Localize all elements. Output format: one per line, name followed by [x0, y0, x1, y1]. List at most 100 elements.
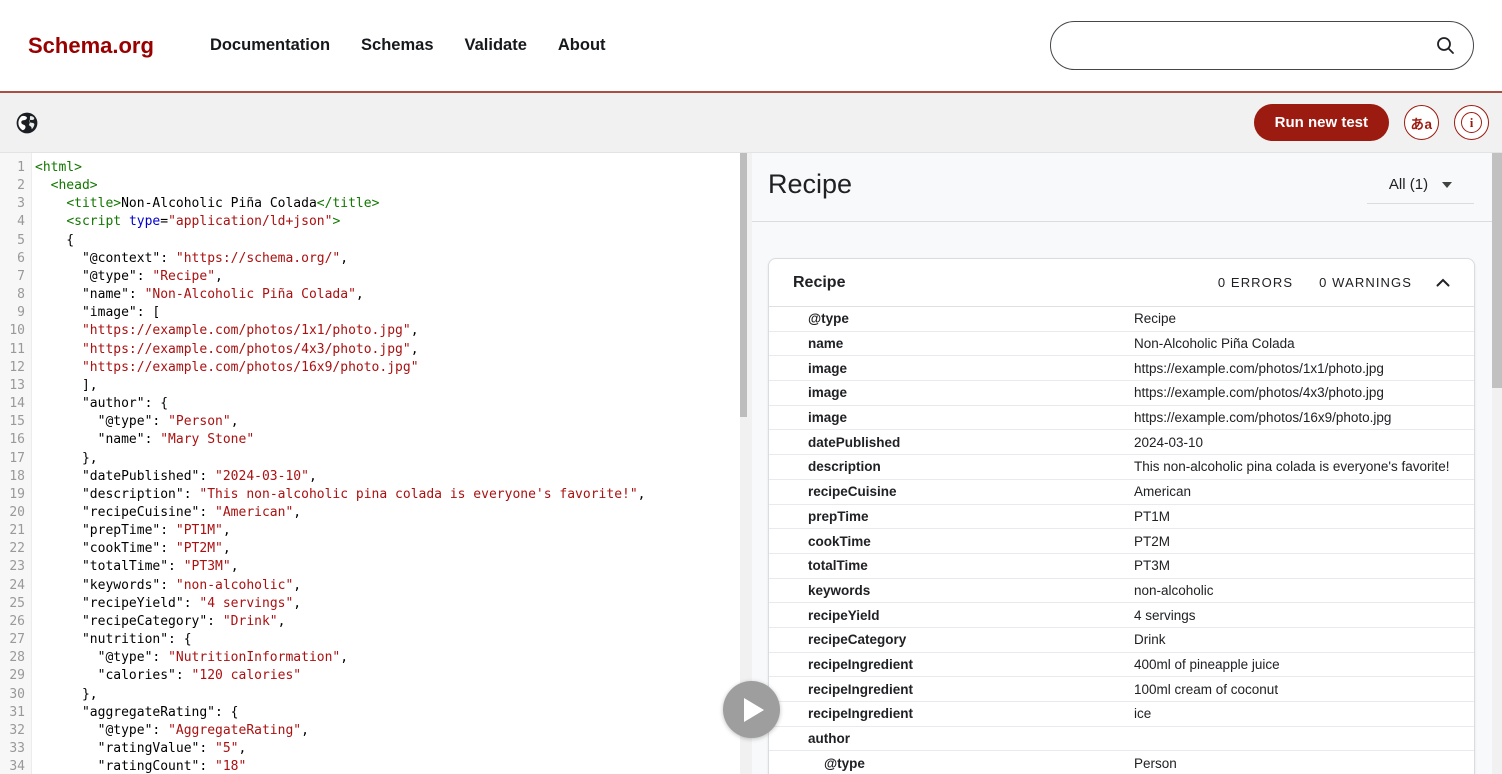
schema-org-logo[interactable]: Schema.org	[28, 33, 154, 59]
code-editor[interactable]: 1234567891011121314151617181920212223242…	[0, 153, 740, 774]
code-line[interactable]: "cookTime": "PT2M",	[35, 540, 740, 558]
property-row[interactable]: recipeYield4 servings	[769, 603, 1474, 628]
code-line[interactable]: "https://example.com/photos/1x1/photo.jp…	[35, 322, 740, 340]
code-line[interactable]: ],	[35, 377, 740, 395]
property-row[interactable]: imagehttps://example.com/photos/4x3/phot…	[769, 381, 1474, 406]
code-line[interactable]: "https://example.com/photos/16x9/photo.j…	[35, 359, 740, 377]
code-line[interactable]: "author": {	[35, 395, 740, 413]
results-scrollbar	[1492, 153, 1502, 774]
site-header: Schema.org Documentation Schemas Validat…	[0, 0, 1502, 93]
code-line[interactable]: "prepTime": "PT1M",	[35, 522, 740, 540]
property-row[interactable]: recipeIngredientice	[769, 702, 1474, 727]
main-nav: Documentation Schemas Validate About	[210, 36, 606, 55]
property-value: https://example.com/photos/4x3/photo.jpg	[1134, 385, 1474, 400]
property-name: image	[769, 410, 1134, 425]
line-number: 15	[0, 413, 25, 431]
translate-icon: あa	[1410, 113, 1432, 133]
run-new-test-button[interactable]: Run new test	[1254, 104, 1389, 141]
property-row[interactable]: totalTimePT3M	[769, 554, 1474, 579]
code-line[interactable]: "https://example.com/photos/4x3/photo.jp…	[35, 341, 740, 359]
property-name: recipeIngredient	[769, 706, 1134, 721]
property-row[interactable]: cookTimePT2M	[769, 529, 1474, 554]
code-line[interactable]: "ratingValue": "5",	[35, 740, 740, 758]
property-row[interactable]: @typePerson	[769, 751, 1474, 774]
nav-item-documentation[interactable]: Documentation	[210, 36, 330, 55]
property-value: https://example.com/photos/1x1/photo.jpg	[1134, 361, 1474, 376]
run-test-play-button[interactable]	[723, 681, 780, 738]
code-line[interactable]: "aggregateRating": {	[35, 704, 740, 722]
code-line[interactable]: "name": "Non-Alcoholic Piña Colada",	[35, 286, 740, 304]
code-line[interactable]: "ratingCount": "18"	[35, 758, 740, 774]
code-line[interactable]: "datePublished": "2024-03-10",	[35, 468, 740, 486]
property-name: recipeIngredient	[769, 682, 1134, 697]
code-line[interactable]: "image": [	[35, 304, 740, 322]
play-icon	[744, 698, 764, 722]
code-line[interactable]: <script type="application/ld+json">	[35, 213, 740, 231]
property-row[interactable]: author	[769, 727, 1474, 752]
nav-item-about[interactable]: About	[558, 36, 606, 55]
line-number: 1	[0, 159, 25, 177]
globe-icon[interactable]	[15, 111, 39, 135]
code-line[interactable]: "recipeYield": "4 servings",	[35, 595, 740, 613]
code-line[interactable]: "@type": "AggregateRating",	[35, 722, 740, 740]
code-line[interactable]: <head>	[35, 177, 740, 195]
results-panel: Recipe All (1) Recipe 0 ERRORS 0 WARNING…	[752, 153, 1502, 774]
dropdown-arrow-icon	[1442, 182, 1452, 188]
code-line[interactable]: "@type": "NutritionInformation",	[35, 649, 740, 667]
code-line[interactable]: },	[35, 686, 740, 704]
line-number: 34	[0, 758, 25, 774]
code-line[interactable]: "calories": "120 calories"	[35, 667, 740, 685]
code-line[interactable]: "keywords": "non-alcoholic",	[35, 577, 740, 595]
property-row[interactable]: recipeIngredient400ml of pineapple juice	[769, 653, 1474, 678]
info-button[interactable]: i	[1454, 105, 1489, 140]
code-line[interactable]: "recipeCategory": "Drink",	[35, 613, 740, 631]
code-line[interactable]: "description": "This non-alcoholic pina …	[35, 486, 740, 504]
property-row[interactable]: keywordsnon-alcoholic	[769, 579, 1474, 604]
property-row[interactable]: nameNon-Alcoholic Piña Colada	[769, 332, 1474, 357]
code-line[interactable]: <html>	[35, 159, 740, 177]
line-number: 31	[0, 704, 25, 722]
entity-card-header[interactable]: Recipe 0 ERRORS 0 WARNINGS	[769, 259, 1474, 307]
line-number: 2	[0, 177, 25, 195]
property-row[interactable]: imagehttps://example.com/photos/1x1/phot…	[769, 356, 1474, 381]
property-row[interactable]: datePublished2024-03-10	[769, 430, 1474, 455]
property-row[interactable]: imagehttps://example.com/photos/16x9/pho…	[769, 406, 1474, 431]
search-icon[interactable]	[1436, 36, 1455, 55]
property-name: recipeIngredient	[769, 657, 1134, 672]
property-row[interactable]: recipeCategoryDrink	[769, 628, 1474, 653]
code-line[interactable]: {	[35, 232, 740, 250]
property-row[interactable]: recipeIngredient100ml cream of coconut	[769, 677, 1474, 702]
property-name: image	[769, 361, 1134, 376]
results-scrollbar-thumb[interactable]	[1492, 153, 1502, 388]
property-name: prepTime	[769, 509, 1134, 524]
property-row[interactable]: recipeCuisineAmerican	[769, 480, 1474, 505]
line-number: 6	[0, 250, 25, 268]
code-line[interactable]: "@type": "Recipe",	[35, 268, 740, 286]
entity-card-title: Recipe	[793, 274, 845, 292]
code-line[interactable]: <title>Non-Alcoholic Piña Colada</title>	[35, 195, 740, 213]
code-line[interactable]: "totalTime": "PT3M",	[35, 558, 740, 576]
code-line[interactable]: },	[35, 450, 740, 468]
code-line[interactable]: "@context": "https://schema.org/",	[35, 250, 740, 268]
code-line[interactable]: "@type": "Person",	[35, 413, 740, 431]
property-row[interactable]: descriptionThis non-alcoholic pina colad…	[769, 455, 1474, 480]
code-lines[interactable]: <html> <head> <title>Non-Alcoholic Piña …	[32, 153, 740, 774]
line-number: 25	[0, 595, 25, 613]
search-box[interactable]	[1050, 21, 1474, 70]
property-name: image	[769, 385, 1134, 400]
search-input[interactable]	[1073, 31, 1436, 61]
property-row[interactable]: @typeRecipe	[769, 307, 1474, 332]
editor-scrollbar-thumb[interactable]	[740, 153, 747, 417]
property-name: author	[769, 731, 1134, 746]
line-number: 20	[0, 504, 25, 522]
language-toggle-button[interactable]: あa	[1404, 105, 1439, 140]
chevron-up-icon[interactable]	[1436, 278, 1450, 287]
results-filter-dropdown[interactable]: All (1)	[1367, 175, 1474, 204]
code-line[interactable]: "name": "Mary Stone"	[35, 431, 740, 449]
code-line[interactable]: "recipeCuisine": "American",	[35, 504, 740, 522]
property-row[interactable]: prepTimePT1M	[769, 505, 1474, 530]
warnings-count: 0 WARNINGS	[1319, 275, 1412, 290]
code-line[interactable]: "nutrition": {	[35, 631, 740, 649]
nav-item-schemas[interactable]: Schemas	[361, 36, 433, 55]
nav-item-validate[interactable]: Validate	[465, 36, 527, 55]
